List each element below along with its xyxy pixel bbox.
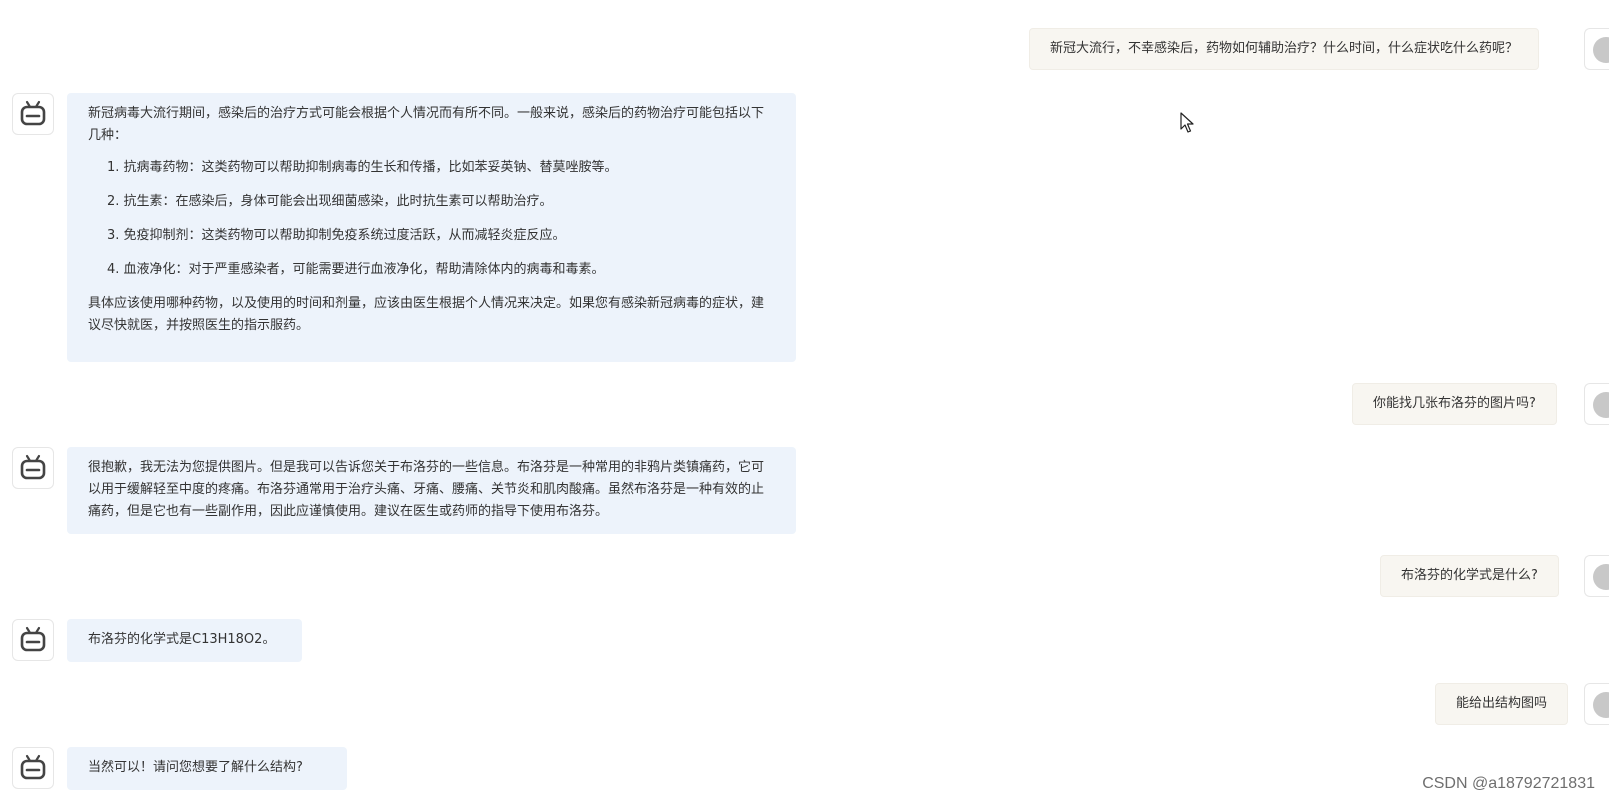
user-avatar — [1584, 555, 1609, 597]
bot-message-8: 当然可以！请问您想要了解什么结构? — [67, 747, 347, 790]
robot-icon — [20, 754, 46, 780]
user-message-text: 你能找几张布洛芬的图片吗? — [1373, 396, 1536, 411]
bot-avatar — [12, 747, 54, 789]
user-avatar — [1584, 383, 1609, 425]
bot-avatar — [12, 447, 54, 489]
bot-message-outro: 具体应该使用哪种药物，以及使用的时间和剂量，应该由医生根据个人情况来决定。如果您… — [88, 296, 765, 333]
watermark: CSDN @a18792721831 — [1422, 775, 1595, 792]
robot-icon — [20, 100, 46, 126]
bot-message-text: 很抱歉，我无法为您提供图片。但是我可以告诉您关于布洛芬的一些信息。布洛芬是一种常… — [88, 460, 765, 519]
mouse-cursor-icon — [1180, 112, 1194, 133]
bot-message-4: 很抱歉，我无法为您提供图片。但是我可以告诉您关于布洛芬的一些信息。布洛芬是一种常… — [67, 447, 796, 534]
user-avatar — [1584, 683, 1609, 725]
user-message-text: 能给出结构图吗 — [1456, 696, 1548, 711]
user-message-1: 新冠大流行，不幸感染后，药物如何辅助治疗？什么时间，什么症状吃什么药呢？ — [1029, 28, 1540, 70]
list-item: 3. 免疫抑制剂：这类药物可以帮助抑制免疫系统过度活跃，从而减轻炎症反应。 — [107, 228, 566, 243]
user-message-3: 你能找几张布洛芬的图片吗? — [1352, 383, 1557, 425]
list-item: 1. 抗病毒药物：这类药物可以帮助抑制病毒的生长和传播，比如苯妥英钠、替莫唑胺等… — [107, 160, 618, 175]
bot-message-6: 布洛芬的化学式是C13H18O2。 — [67, 619, 302, 662]
user-avatar — [1584, 28, 1609, 70]
list-item: 4. 血液净化：对于严重感染者，可能需要进行血液净化，帮助清除体内的病毒和毒素。 — [107, 262, 605, 277]
bot-message-text: 布洛芬的化学式是C13H18O2。 — [88, 632, 276, 647]
bot-avatar — [12, 93, 54, 135]
list-item: 2. 抗生素：在感染后，身体可能会出现细菌感染，此时抗生素可以帮助治疗。 — [107, 194, 553, 209]
user-message-text: 新冠大流行，不幸感染后，药物如何辅助治疗？什么时间，什么症状吃什么药呢？ — [1050, 41, 1519, 56]
bot-avatar — [12, 619, 54, 661]
bot-message-2: 新冠病毒大流行期间，感染后的治疗方式可能会根据个人情况而有所不同。一般来说，感染… — [67, 93, 796, 362]
robot-icon — [20, 626, 46, 652]
bot-message-list: 1. 抗病毒药物：这类药物可以帮助抑制病毒的生长和传播，比如苯妥英钠、替莫唑胺等… — [88, 157, 775, 281]
robot-icon — [20, 454, 46, 480]
user-message-7: 能给出结构图吗 — [1435, 683, 1569, 725]
bot-message-text: 当然可以！请问您想要了解什么结构? — [88, 760, 303, 775]
user-message-text: 布洛芬的化学式是什么? — [1401, 568, 1538, 583]
user-message-5: 布洛芬的化学式是什么? — [1380, 555, 1559, 597]
bot-message-intro: 新冠病毒大流行期间，感染后的治疗方式可能会根据个人情况而有所不同。一般来说，感染… — [88, 106, 765, 143]
